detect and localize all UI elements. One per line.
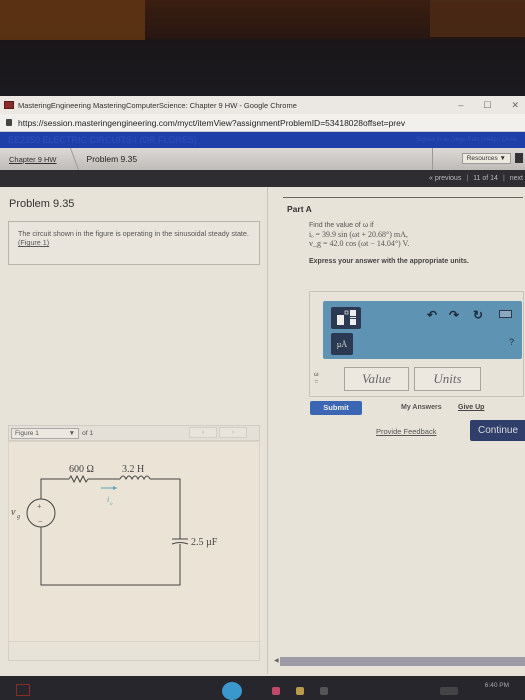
wire-top-left xyxy=(40,478,69,499)
question-prompt: Find the value of ω if xyxy=(309,222,374,229)
variable-label: ω = xyxy=(314,370,319,386)
problem-title: Problem 9.35 xyxy=(9,198,75,210)
submit-button[interactable]: Submit xyxy=(310,401,362,415)
question-text: Find the value of ω if iₒ = 39.9 sin (ωt… xyxy=(309,221,409,248)
math-toolbar: µÅ ↶ ↷ ↻ ? xyxy=(323,301,522,359)
window-titlebar: MasteringEngineering MasteringComputerSc… xyxy=(0,96,525,114)
address-bar[interactable]: https://session.masteringengineering.com… xyxy=(0,114,525,132)
circuit-diagram: 600 Ω 3.2 H 2.5 µF + − v g i o xyxy=(11,464,218,586)
divider xyxy=(283,197,523,198)
problem-pane: Problem 9.35 The circuit shown in the fi… xyxy=(0,187,268,674)
give-up-link[interactable]: Give Up xyxy=(458,404,484,411)
arrowhead xyxy=(113,486,117,490)
current-label: i xyxy=(107,495,109,504)
signed-in-links[interactable]: Signed in as Jorge Palo | Help | Close xyxy=(416,137,525,143)
taskbar: 6:40 PM xyxy=(0,676,525,700)
next-link[interactable]: next xyxy=(510,175,523,182)
breadcrumb-chapter-link[interactable]: Chapter 9 HW xyxy=(0,155,67,164)
fraction-template-icon xyxy=(337,310,356,325)
fraction-template-button[interactable] xyxy=(331,307,361,329)
redo-icon[interactable]: ↷ xyxy=(449,308,459,322)
resistor-symbol xyxy=(68,474,89,484)
reset-icon[interactable]: ↻ xyxy=(473,308,483,322)
part-label: Part A xyxy=(287,204,312,214)
resources-dropdown[interactable]: Resources ▼ xyxy=(461,153,511,164)
value-input[interactable]: Value xyxy=(344,367,409,391)
equation-voltage: v_g = 42.0 cos (ωt − 14.04°) V. xyxy=(309,239,410,248)
pager-position: 11 of 14 xyxy=(473,175,498,182)
wire-right-bottom xyxy=(40,527,181,586)
current-subscript: o xyxy=(110,502,113,507)
provide-feedback-link[interactable]: Provide Feedback xyxy=(376,427,436,436)
figure-footer xyxy=(8,641,260,661)
figure-link[interactable]: (Figure 1) xyxy=(18,238,49,247)
figure-select-value: Figure 1 xyxy=(15,429,39,437)
answer-box: µÅ ↶ ↷ ↻ ? ω = Value Units xyxy=(309,291,524,397)
inductor-label: 3.2 H xyxy=(122,464,144,475)
source-subscript: g xyxy=(17,514,20,520)
divider xyxy=(432,148,433,170)
window-title: MasteringEngineering MasteringComputerSc… xyxy=(18,100,297,110)
plus-sign: + xyxy=(37,502,42,511)
units-button[interactable]: µÅ xyxy=(331,333,353,355)
folder-icon[interactable] xyxy=(320,687,328,695)
tray-icon[interactable] xyxy=(440,687,458,695)
help-orb-icon[interactable] xyxy=(222,682,242,700)
maximize-button[interactable]: ☐ xyxy=(483,100,491,111)
minus-sign: − xyxy=(38,517,43,526)
units-input[interactable]: Units xyxy=(414,367,481,391)
capacitor-label: 2.5 µF xyxy=(191,537,218,548)
answer-pane: Part A Find the value of ω if iₒ = 39.9 … xyxy=(269,187,525,674)
scroll-left-arrow[interactable]: ◀ xyxy=(274,657,279,664)
background-reflection xyxy=(0,0,145,40)
problem-pager: « previous | 11 of 14 | next xyxy=(0,170,525,187)
problem-statement: The circuit shown in the figure is opera… xyxy=(8,221,260,265)
figure-select[interactable]: Figure 1 ▼ xyxy=(11,427,79,439)
clock: 6:40 PM xyxy=(484,682,509,689)
inductor-symbol xyxy=(119,475,151,481)
figure-panel: 600 Ω 3.2 H 2.5 µF + − v g i o xyxy=(8,441,260,642)
figure-next-button[interactable]: › xyxy=(219,427,247,438)
capacitor-plate-bottom xyxy=(171,542,189,545)
chevron-down-icon: ▼ xyxy=(68,429,75,437)
my-answers-link[interactable]: My Answers xyxy=(401,404,442,411)
figure-toolbar: Figure 1 ▼ of 1 ‹ › xyxy=(8,425,260,441)
monitor-bezel xyxy=(0,0,525,96)
print-icon[interactable] xyxy=(515,153,523,163)
statement-text: The circuit shown in the figure is opera… xyxy=(18,229,249,238)
answer-instruction: Express your answer with the appropriate… xyxy=(309,258,469,265)
separator: | xyxy=(502,175,505,182)
background-reflection xyxy=(430,0,525,37)
wire-top-right xyxy=(150,478,181,539)
app-icon[interactable] xyxy=(296,687,304,695)
main-content: Problem 9.35 The circuit shown in the fi… xyxy=(0,187,525,674)
course-name: EE2350 ELECTRIC CIRCUITS I (DR FLORES) xyxy=(8,135,198,145)
breadcrumb: Chapter 9 HW Problem 9.35 Resources ▼ xyxy=(0,148,525,170)
close-button[interactable]: ✕ xyxy=(511,100,519,111)
source-label: v xyxy=(11,507,16,518)
url-text[interactable]: https://session.masteringengineering.com… xyxy=(18,118,405,128)
previous-link[interactable]: « previous xyxy=(429,175,461,182)
course-header: EE2350 ELECTRIC CIRCUITS I (DR FLORES) S… xyxy=(0,132,525,148)
breadcrumb-current: Problem 9.35 xyxy=(86,154,138,164)
site-favicon-icon xyxy=(4,101,14,109)
app-icon[interactable] xyxy=(272,687,280,695)
minimize-button[interactable]: – xyxy=(458,100,463,111)
resistor-label: 600 Ω xyxy=(69,464,94,475)
lock-icon xyxy=(6,119,12,126)
undo-icon[interactable]: ↶ xyxy=(427,308,437,322)
figure-prev-button[interactable]: ‹ xyxy=(189,427,217,438)
help-button[interactable]: ? xyxy=(509,337,514,347)
start-button[interactable] xyxy=(16,684,30,696)
browser-window: MasteringEngineering MasteringComputerSc… xyxy=(0,96,525,676)
equation-current: iₒ = 39.9 sin (ωt + 20.68°) mA, xyxy=(309,230,408,239)
horizontal-scrollbar[interactable] xyxy=(280,657,525,666)
continue-button[interactable]: Continue xyxy=(470,420,525,441)
separator: | xyxy=(466,175,469,182)
keyboard-icon[interactable] xyxy=(499,310,512,318)
figure-count: of 1 xyxy=(82,429,94,437)
